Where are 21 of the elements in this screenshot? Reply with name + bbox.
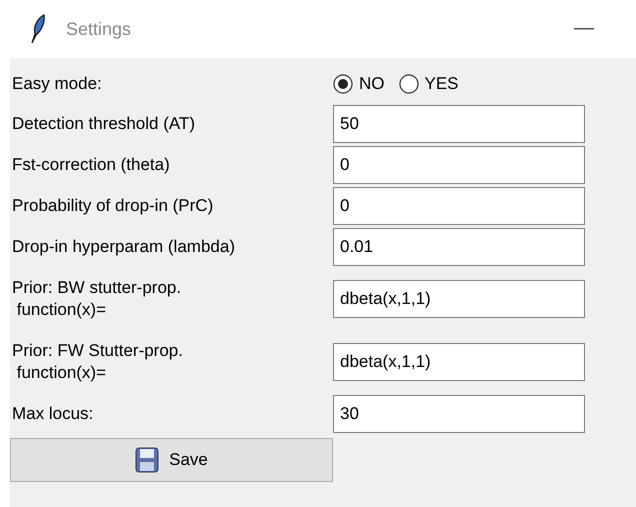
radio-option[interactable]: YES [398, 74, 459, 94]
setting-label: Prior: BW stutter-prop. function(x)= [11, 277, 182, 321]
setting-label: Prior: FW Stutter-prop. function(x)= [11, 340, 184, 384]
setting-label: Max locus: [11, 403, 94, 425]
minimize-icon[interactable] [574, 28, 594, 30]
setting-label: Detection threshold (AT) [11, 113, 196, 135]
feather-icon [30, 14, 46, 44]
input-field[interactable]: 30 [333, 395, 585, 433]
save-button[interactable]: Save [10, 438, 333, 482]
radio-option[interactable]: NO [333, 74, 384, 94]
input-field[interactable]: 0 [333, 187, 585, 225]
setting-label: Probability of drop-in (PrC) [11, 195, 214, 217]
setting-label: Drop-in hyperparam (lambda) [11, 236, 236, 258]
input-field[interactable]: 50 [333, 105, 585, 143]
input-field[interactable]: dbeta(x,1,1) [333, 280, 585, 318]
window-title: Settings [66, 18, 132, 40]
input-field[interactable]: dbeta(x,1,1) [333, 343, 585, 381]
input-field[interactable]: 0.01 [333, 228, 585, 266]
setting-label: Easy mode: [11, 73, 103, 95]
setting-label: Fst-correction (theta) [11, 154, 171, 176]
input-field[interactable]: 0 [333, 146, 585, 184]
